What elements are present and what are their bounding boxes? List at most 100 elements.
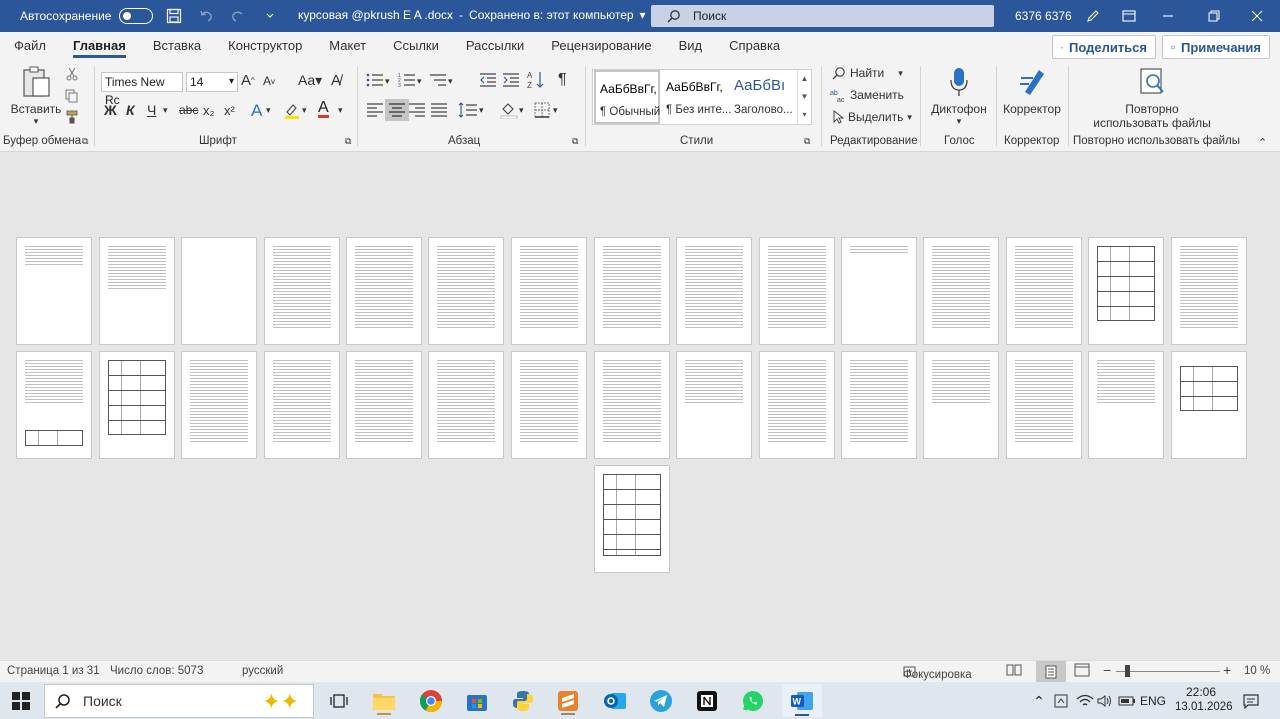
search-box[interactable]: Поиск [651,5,994,27]
task-view-icon[interactable] [324,686,354,716]
comments-button[interactable]: Примечания [1162,35,1270,59]
grow-font-button[interactable]: A ^ [241,72,255,89]
word-count[interactable]: Число слов: 5073 [110,665,203,677]
dialog-launcher-icon[interactable]: ⧉ [572,136,578,147]
paste-button[interactable]: Вставить ▾ [10,66,62,127]
superscript-button[interactable]: x² [224,103,235,118]
file-explorer-icon[interactable] [369,686,399,716]
customize-toolbar-icon[interactable] [259,5,281,27]
page-thumbnail[interactable] [759,351,835,459]
select-button[interactable]: Выделить ▾ [832,110,912,124]
telegram-icon[interactable] [646,686,676,716]
page-thumbnail[interactable] [346,237,422,345]
dialog-launcher-icon[interactable]: ⧉ [345,136,351,147]
font-name-box[interactable]: Times New Rc [101,72,183,107]
bullets-icon[interactable] [366,72,384,88]
autosave[interactable]: Автосохранение [20,8,154,24]
shading-icon[interactable] [500,101,518,119]
page-thumbnail[interactable] [759,237,835,345]
sublime-text-icon[interactable] [553,686,583,716]
share-button[interactable]: Поделиться [1052,35,1156,59]
page-thumbnail[interactable] [1171,237,1247,345]
font-size-box[interactable]: 14 ▾ [186,72,238,92]
page-thumbnail[interactable] [923,237,999,345]
reuse-files-button[interactable]: Повторно использовать файлы [1086,66,1218,130]
keyboard-language[interactable]: ENG [1140,694,1166,708]
format-painter-icon[interactable] [64,109,80,125]
borders-icon[interactable] [534,102,550,118]
underline-button[interactable]: Ч [147,102,156,118]
page-thumbnail[interactable] [1088,237,1164,345]
page-thumbnail[interactable] [1006,351,1082,459]
decrease-indent-icon[interactable] [479,72,497,88]
minimize-icon[interactable] [1145,0,1191,32]
style-no-spacing[interactable]: АаБбВвГг, ¶ Без инте... [662,70,731,124]
change-case-button[interactable]: Aa▾ [298,72,322,89]
chevron-down-icon[interactable]: ▾ [417,76,422,87]
replace-button[interactable]: ab ac Заменить [830,88,904,102]
tab-design[interactable]: Конструктор [228,32,302,60]
text-effects-button[interactable]: A [251,101,262,121]
zoom-slider[interactable] [1116,671,1220,672]
style-normal[interactable]: АаБбВвГг, ¶ Обычный [594,70,660,124]
bold-button[interactable]: Ж [104,102,117,118]
justify-icon[interactable] [430,102,448,118]
taskbar-search[interactable]: Поиск ✦✦ [44,684,314,718]
page-thumbnail[interactable] [1006,237,1082,345]
save-icon[interactable] [163,5,185,27]
page-thumbnail[interactable] [181,237,257,345]
chevron-down-icon[interactable]: ▾ [163,105,168,116]
multilevel-list-icon[interactable] [429,72,447,88]
tab-layout[interactable]: Макет [329,32,366,60]
line-spacing-icon[interactable] [458,102,478,118]
page-thumbnail[interactable] [428,351,504,459]
notion-icon[interactable] [692,686,722,716]
close-icon[interactable] [1234,0,1280,32]
clock-date[interactable]: 13.01.2026 [1175,701,1233,713]
chevron-down-icon[interactable]: ▾ [338,105,343,116]
page-thumbnail[interactable] [16,237,92,345]
tab-insert[interactable]: Вставка [153,32,201,60]
zoom-level[interactable]: 10 % [1244,665,1270,677]
battery-icon[interactable] [1112,686,1142,716]
page-thumbnail[interactable] [676,351,752,459]
strikethrough-button[interactable]: abc [179,103,198,117]
language[interactable]: русский [242,665,283,677]
document-area[interactable] [0,153,1280,660]
page-thumbnail[interactable] [676,237,752,345]
tab-help[interactable]: Справка [729,32,780,60]
tab-home[interactable]: Главная [72,32,126,60]
shrink-font-button[interactable]: Av [263,74,275,88]
align-center-icon[interactable] [385,99,409,121]
user-name[interactable]: 6376 6376 [1015,9,1072,23]
chevron-down-icon[interactable]: ▾ [448,76,453,87]
page-thumbnail[interactable] [1088,351,1164,459]
word-icon[interactable]: W [782,684,822,717]
read-mode-icon[interactable] [1006,663,1022,680]
tab-file[interactable]: Файл [14,32,46,60]
page-thumbnail[interactable] [511,351,587,459]
outlook-icon[interactable] [600,686,630,716]
page-thumbnail[interactable] [16,351,92,459]
zoom-slider-thumb[interactable] [1125,665,1130,677]
find-button[interactable]: Найти ▾ [832,66,903,80]
page-thumbnail[interactable] [428,237,504,345]
chevron-down-icon[interactable]: ▾ [385,76,390,87]
dialog-launcher-icon[interactable]: ⧉ [82,136,88,147]
focus-button[interactable]: Фокусировка [903,665,972,681]
tab-mailings[interactable]: Рассылки [466,32,524,60]
page-thumbnail[interactable] [346,351,422,459]
chevron-down-icon[interactable]: ▾ [479,105,484,116]
copy-icon[interactable] [64,88,80,104]
page-thumbnail[interactable] [594,465,670,573]
page-thumbnail[interactable] [594,351,670,459]
numbering-icon[interactable]: 123 [398,72,416,88]
subscript-button[interactable]: x₂ [203,103,215,118]
redo-icon[interactable] [227,5,249,27]
zoom-in-button[interactable]: + [1223,662,1231,678]
styles-scroll[interactable]: ▲ ▼ ▾ [797,70,811,124]
whatsapp-icon[interactable] [738,686,768,716]
page-thumbnail[interactable] [511,237,587,345]
chevron-down-icon[interactable]: ▾ [553,105,558,116]
highlight-icon[interactable] [283,102,301,120]
